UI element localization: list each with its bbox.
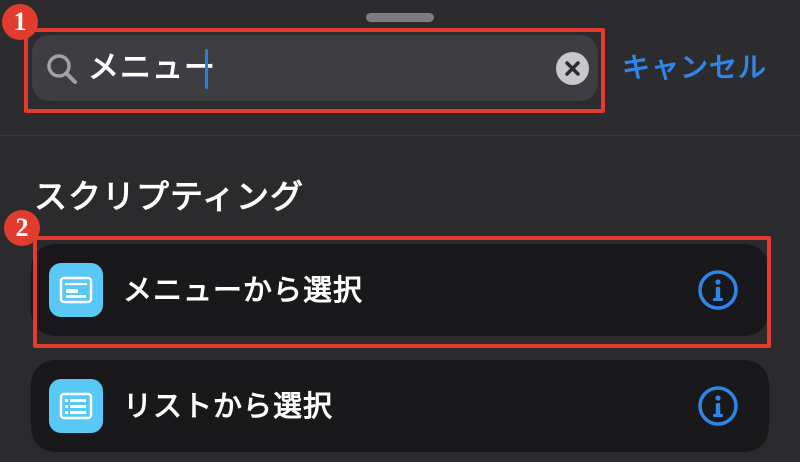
result-label: リストから選択: [123, 389, 334, 423]
section-title: スクリプティング: [34, 177, 305, 216]
result-row-choose-from-list[interactable]: リストから選択: [31, 360, 769, 452]
cancel-button[interactable]: キャンセル: [622, 46, 767, 90]
annotation-box-1: [24, 28, 605, 113]
sheet-grabber[interactable]: [366, 13, 434, 22]
annotation-box-2: [33, 236, 771, 348]
info-icon[interactable]: [697, 385, 739, 427]
annotation-marker-1: 1: [2, 4, 38, 40]
list-icon: [49, 379, 103, 433]
annotation-marker-2: 2: [4, 210, 40, 246]
